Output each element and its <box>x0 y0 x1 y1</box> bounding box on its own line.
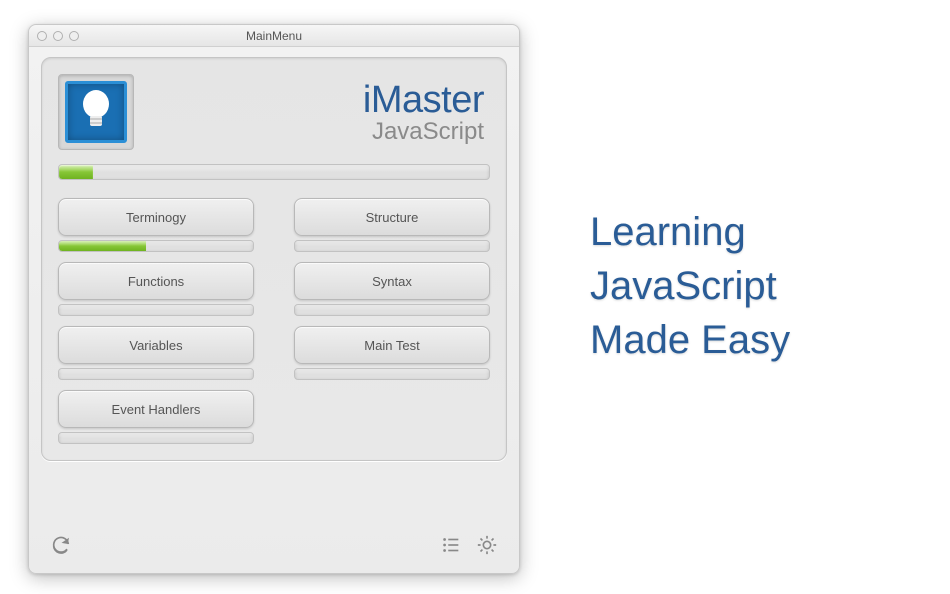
terminogy-progress <box>58 240 254 252</box>
app-title: iMaster <box>363 79 484 122</box>
terminogy-button[interactable]: Terminogy <box>58 198 254 236</box>
section-event-handlers: Event Handlers <box>58 390 254 444</box>
overall-progress-fill <box>59 165 93 179</box>
syntax-progress <box>294 304 490 316</box>
functions-progress <box>58 304 254 316</box>
app-window: MainMenu iMaster JavaScript <box>28 24 520 574</box>
promo-line-1: Learning <box>590 205 790 259</box>
event-handlers-progress <box>58 432 254 444</box>
main-test-progress <box>294 368 490 380</box>
app-logo <box>58 74 134 150</box>
structure-progress <box>294 240 490 252</box>
section-terminogy: Terminogy <box>58 198 254 252</box>
gear-icon <box>476 534 498 556</box>
syntax-button[interactable]: Syntax <box>294 262 490 300</box>
sections-grid: Terminogy Structure Functions Syntax <box>58 198 490 444</box>
main-test-button[interactable]: Main Test <box>294 326 490 364</box>
list-button[interactable] <box>437 531 465 559</box>
refresh-icon <box>50 534 72 556</box>
settings-button[interactable] <box>473 531 501 559</box>
app-subtitle: JavaScript <box>363 118 484 146</box>
section-structure: Structure <box>294 198 490 252</box>
promo-text: Learning JavaScript Made Easy <box>590 205 790 367</box>
variables-button[interactable]: Variables <box>58 326 254 364</box>
functions-button[interactable]: Functions <box>58 262 254 300</box>
titlebar: MainMenu <box>29 25 519 47</box>
bottom-toolbar <box>29 517 519 573</box>
promo-line-2: JavaScript <box>590 259 790 313</box>
window-title: MainMenu <box>29 29 519 43</box>
section-functions: Functions <box>58 262 254 316</box>
structure-button[interactable]: Structure <box>294 198 490 236</box>
section-variables: Variables <box>58 326 254 380</box>
lightbulb-icon <box>65 81 127 143</box>
refresh-button[interactable] <box>47 531 75 559</box>
section-syntax: Syntax <box>294 262 490 316</box>
event-handlers-button[interactable]: Event Handlers <box>58 390 254 428</box>
promo-line-3: Made Easy <box>590 313 790 367</box>
variables-progress <box>58 368 254 380</box>
header: iMaster JavaScript <box>58 70 490 154</box>
overall-progress <box>58 164 490 180</box>
section-main-test: Main Test <box>294 326 490 380</box>
list-icon <box>440 534 462 556</box>
main-panel: iMaster JavaScript Terminogy Structure <box>41 57 507 461</box>
